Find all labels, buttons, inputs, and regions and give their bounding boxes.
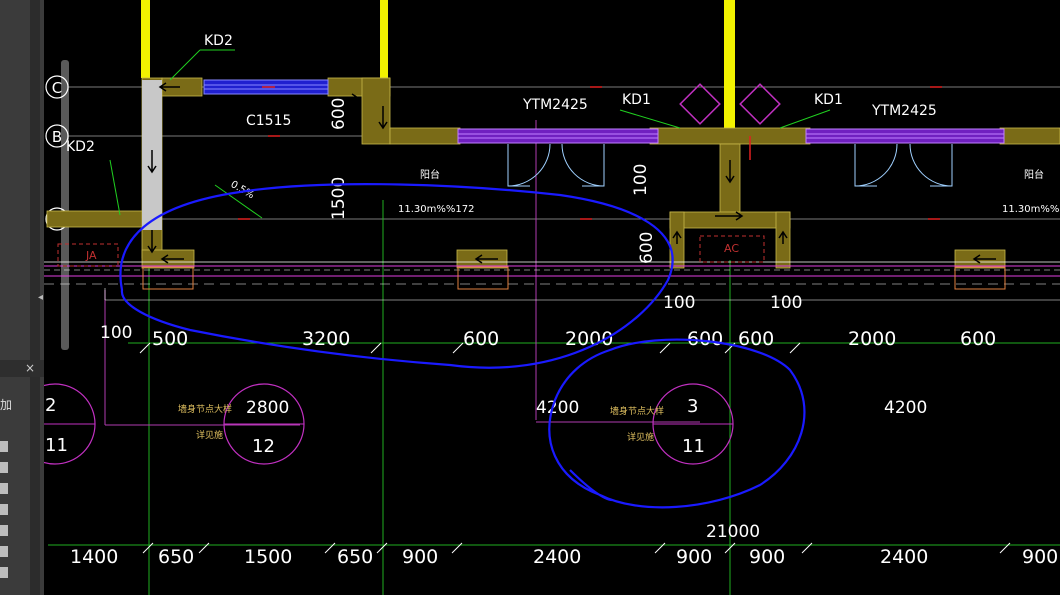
- cad-drawing-canvas[interactable]: C B AC JA 2 11 12 3 11 KD2 KD2 C1515 YTM…: [44, 0, 1060, 595]
- dim-row2-2: 1500: [244, 546, 292, 568]
- panel-header: [0, 360, 44, 377]
- detail-bubble-2: 12: [223, 383, 305, 465]
- detail-bubble-bottom: 11: [45, 435, 68, 456]
- checkbox[interactable]: [0, 546, 8, 557]
- grid-lines: [48, 86, 1060, 595]
- grid-axis-b: B: [45, 124, 69, 148]
- dim-mid-4200-left: 4200: [536, 398, 579, 418]
- detail-bubble-bottom: 11: [682, 436, 705, 457]
- node-note-4: 详见施: [627, 431, 654, 443]
- area-label-left: 11.30m%%172: [398, 204, 474, 215]
- dim-row2-6: 900: [676, 546, 712, 568]
- grid-axis-label-b: B: [52, 128, 62, 146]
- c1515-label: C1515: [246, 113, 291, 129]
- dim-row2-0: 1400: [70, 546, 118, 568]
- checkbox[interactable]: [0, 525, 8, 536]
- dim-100-mid-b: 100: [770, 293, 802, 313]
- collapse-caret-icon[interactable]: ◂: [38, 292, 43, 303]
- node-note-3: 墙身节点大样: [610, 405, 664, 417]
- detail-bubble-1: 2 11: [44, 383, 96, 465]
- dim-row2-4: 900: [402, 546, 438, 568]
- grid-axis-label-c: C: [52, 79, 62, 97]
- checkbox[interactable]: [0, 462, 8, 473]
- detail-bubble-top: 2: [45, 395, 56, 416]
- kd1-label-right: KD1: [814, 92, 843, 108]
- add-label[interactable]: 加: [0, 396, 12, 413]
- dim-600-vertical: 600: [329, 98, 349, 130]
- dim-row1-6: 2000: [848, 328, 896, 350]
- checkbox[interactable]: [0, 567, 8, 578]
- dim-row2-9: 900: [1022, 546, 1058, 568]
- dimension-row-2: 1400 650 1500 650 900 2400 900 900 2400 …: [70, 546, 1058, 568]
- detail-bubble-top: 3: [687, 396, 698, 417]
- ytm2425-label-right: YTM2425: [871, 103, 937, 119]
- dim-row1-0: 500: [152, 328, 188, 350]
- dim-total-21000: 21000: [706, 522, 760, 542]
- checkbox[interactable]: [0, 441, 8, 452]
- grid-axis-c: C: [45, 75, 69, 99]
- kd1-label-left: KD1: [622, 92, 651, 108]
- dim-row2-1: 650: [158, 546, 194, 568]
- checkbox[interactable]: [0, 483, 8, 494]
- balcony-label-left: 阳台: [420, 168, 440, 181]
- kd2-label-top: KD2: [204, 33, 233, 49]
- dim-100-left: 100: [100, 323, 132, 343]
- dim-row1-1: 3200: [302, 328, 350, 350]
- close-icon[interactable]: ×: [25, 361, 35, 375]
- dim-600-vertical-b: 600: [637, 232, 657, 264]
- dim-row1-7: 600: [960, 328, 996, 350]
- dim-row2-5: 2400: [533, 546, 581, 568]
- area-label-right: 11.30m%%172: [1002, 204, 1060, 215]
- detail-bubble-3: 3 11: [652, 383, 734, 465]
- detail-bubble-bottom: 12: [252, 436, 275, 457]
- dim-mid-4200-right: 4200: [884, 398, 927, 418]
- ytm2425-label-left: YTM2425: [522, 97, 588, 113]
- dim-mid-2800: 2800: [246, 398, 289, 418]
- ac-label: AC: [724, 242, 739, 255]
- dim-100-mid-a: 100: [663, 293, 695, 313]
- balcony-label-right: 阳台: [1024, 168, 1044, 181]
- checkbox[interactable]: [0, 504, 8, 515]
- node-note-2: 详见施: [196, 429, 223, 441]
- kd2-label-left: KD2: [66, 139, 95, 155]
- node-note-1: 墙身节点大样: [178, 403, 232, 415]
- dim-row2-7: 900: [749, 546, 785, 568]
- dim-row1-2: 600: [463, 328, 499, 350]
- dim-row2-3: 650: [337, 546, 373, 568]
- corridor-lines: [44, 261, 1060, 301]
- columns: [141, 0, 735, 133]
- dim-row2-8: 2400: [880, 546, 928, 568]
- ja-label: JA: [85, 249, 97, 262]
- dim-100-vertical: 100: [631, 164, 651, 196]
